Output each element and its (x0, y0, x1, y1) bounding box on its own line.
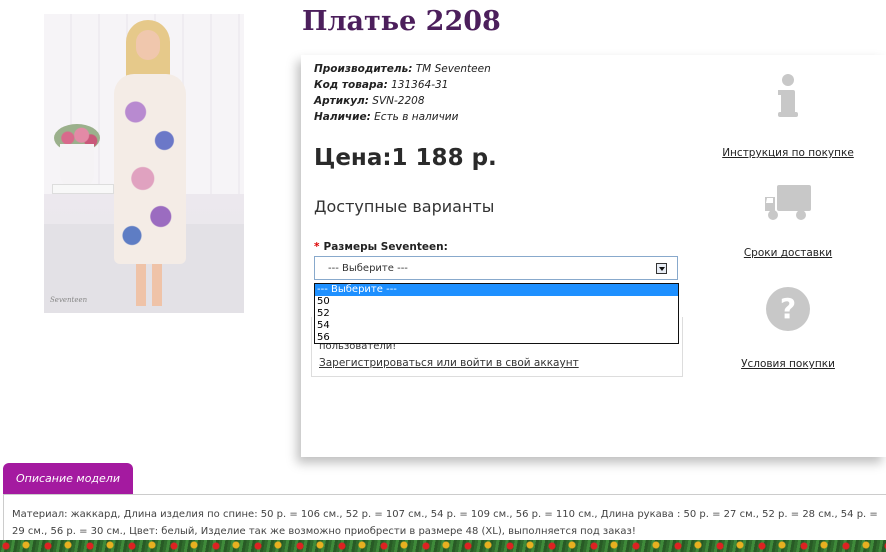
product-title: Платье 2208 (302, 6, 501, 37)
required-mark: * (314, 241, 320, 253)
manufacturer-row: Производитель: ТМ Seventeen (314, 61, 491, 77)
garland-decoration (0, 540, 886, 552)
availability-value: Есть в наличии (374, 111, 459, 123)
size-select[interactable]: --- Выберите --- (314, 256, 678, 280)
size-option[interactable]: 54 (315, 320, 678, 332)
availability-label: Наличие: (314, 111, 371, 123)
article-label: Артикул: (314, 95, 369, 107)
info-icon (778, 74, 798, 117)
photo-signature: Seventeen (50, 296, 88, 304)
article-value: SVN-2208 (372, 95, 425, 107)
size-dropdown-list[interactable]: --- Выберите --- 50 52 54 56 (314, 283, 679, 344)
register-link[interactable]: Зарегистрироваться или войти в свой акка… (319, 357, 579, 369)
product-info: Производитель: ТМ Seventeen Код товара: … (314, 61, 491, 125)
size-option[interactable]: 50 (315, 296, 678, 308)
code-label: Код товара: (314, 79, 388, 91)
manufacturer-value: ТМ Seventeen (415, 63, 491, 75)
tab-description[interactable]: Описание модели (3, 463, 133, 494)
price: Цена:1 188 р. (314, 145, 497, 171)
model-face (136, 30, 160, 60)
model-dress (114, 74, 186, 264)
variants-title: Доступные варианты (314, 197, 495, 216)
price-value: 1 188 р. (391, 145, 497, 171)
description-text: Материал: жаккард, Длина изделия по спин… (12, 509, 878, 537)
dropdown-arrow-icon[interactable] (656, 263, 667, 274)
model-legs (136, 264, 162, 306)
size-option[interactable]: 56 (315, 332, 678, 344)
size-label: * Размеры Seventeen: (314, 241, 448, 253)
size-label-text: Размеры Seventeen: (323, 241, 448, 253)
sidebar-item-label[interactable]: Инструкция по покупке (708, 147, 868, 159)
code-row: Код товара: 131364-31 (314, 77, 491, 93)
svg-text:?: ? (780, 292, 796, 325)
size-option[interactable]: --- Выберите --- (315, 284, 678, 296)
article-row: Артикул: SVN-2208 (314, 93, 491, 109)
photo-vase (60, 144, 94, 188)
question-icon: ? (766, 287, 810, 331)
price-label: Цена: (314, 145, 392, 171)
sidebar-item-label[interactable]: Условия покупки (708, 358, 868, 370)
manufacturer-label: Производитель: (314, 63, 413, 75)
photo-table (52, 184, 114, 194)
sidebar-item-delivery[interactable]: Сроки доставки (708, 183, 868, 259)
sidebar-item-label[interactable]: Сроки доставки (708, 247, 868, 259)
sidebar-item-terms[interactable]: ? Условия покупки (708, 285, 868, 370)
availability-row: Наличие: Есть в наличии (314, 109, 491, 125)
size-select-value: --- Выберите --- (328, 263, 408, 274)
sidebar-item-instructions[interactable]: Инструкция по покупке (708, 72, 868, 159)
size-option[interactable]: 52 (315, 308, 678, 320)
truck-icon (765, 185, 811, 220)
product-photo[interactable]: Seventeen (44, 14, 244, 313)
code-value: 131364-31 (391, 79, 449, 91)
